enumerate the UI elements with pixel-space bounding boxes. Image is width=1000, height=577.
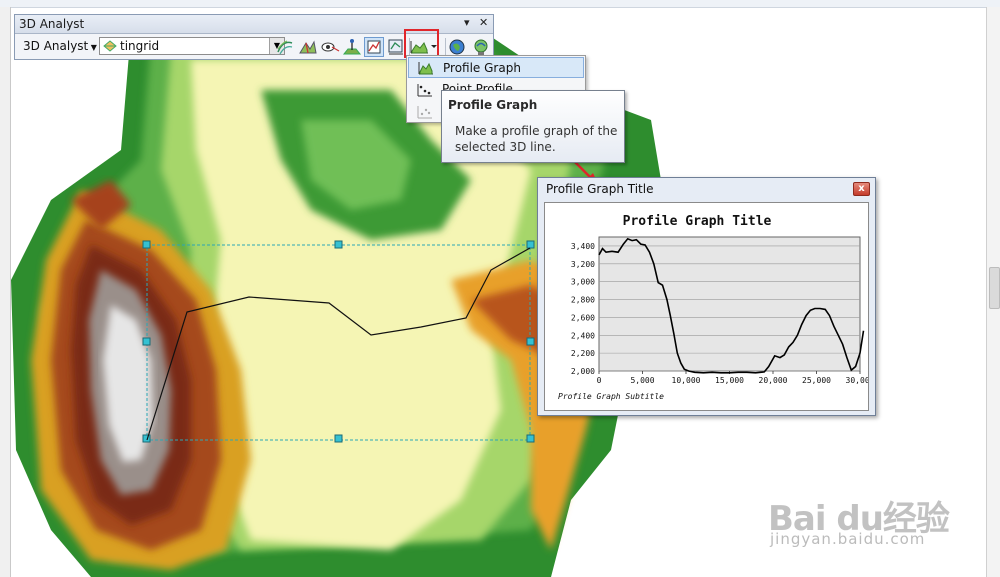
tooltip-title: Profile Graph: [448, 98, 538, 112]
3d-analyst-menu[interactable]: 3D Analyst ▼: [23, 39, 97, 53]
left-panel-edge: [0, 7, 11, 577]
interpolate-point-icon: [342, 39, 362, 55]
close-icon[interactable]: x: [853, 182, 870, 196]
y-tick-label: 2,800: [571, 296, 595, 305]
chevron-down-icon: ▼: [88, 43, 97, 52]
globe-icon: [449, 39, 465, 55]
arcscene-icon: [474, 39, 488, 55]
x-tick-label: 0: [597, 376, 602, 385]
profile-graph-icon: [418, 62, 433, 75]
contour-button[interactable]: [275, 37, 295, 57]
graph-window-title: Profile Graph Title: [546, 182, 654, 196]
steepest-path-icon: [299, 40, 317, 54]
x-tick-label: 25,000: [802, 376, 831, 385]
line-of-sight-icon: [321, 42, 340, 52]
plot-area: [598, 236, 861, 372]
y-axis: 2,000 2,200 2,400 2,600 2,800 3,000 3,200 3,400: [571, 242, 595, 376]
menu-item-label: Profile Graph: [443, 61, 521, 75]
chart-title: Profile Graph Title: [623, 214, 772, 229]
scatter-plot-icon: [417, 106, 432, 119]
y-tick-label: 3,000: [571, 278, 595, 287]
x-tick-label: 15,000: [715, 376, 744, 385]
interpolate-line-button[interactable]: [364, 37, 384, 57]
app-top-strip: [0, 0, 1000, 8]
toolbar-separator: [445, 38, 446, 56]
y-tick-label: 2,400: [571, 331, 595, 340]
globe-button[interactable]: [447, 37, 467, 57]
graph-window-client: Profile Graph Title 2,000 2,200 2,400 2,600…: [544, 202, 869, 411]
menu-item-profile-graph[interactable]: Profile Graph: [408, 57, 584, 78]
arcscene-button[interactable]: [471, 37, 491, 57]
steepest-path-button[interactable]: [298, 37, 318, 57]
scrollbar-thumb[interactable]: [989, 267, 1000, 309]
interpolate-line-icon: [367, 40, 381, 54]
point-profile-icon: [417, 84, 432, 97]
y-tick-label: 3,200: [571, 260, 595, 269]
chart-subtitle: Profile Graph Subtitle: [558, 392, 664, 401]
x-tick-label: 5,000: [630, 376, 654, 385]
x-tick-label: 10,000: [672, 376, 701, 385]
interpolate-point-button[interactable]: [342, 37, 362, 57]
layer-select-value: tingrid: [120, 39, 160, 53]
toolbar-options-icon[interactable]: ▾: [464, 16, 470, 29]
3d-analyst-menu-label: 3D Analyst: [23, 39, 89, 53]
map-scrollbar[interactable]: [986, 7, 1000, 577]
toolbar-close-icon[interactable]: ✕: [479, 16, 488, 29]
x-tick-label: 30,000: [846, 376, 868, 385]
contour-icon: [277, 40, 293, 55]
interpolate-polygon-button[interactable]: [386, 37, 406, 57]
profile-graph-highlight: [404, 29, 439, 58]
tin-layer-icon: [103, 40, 117, 52]
layer-select[interactable]: tingrid ▼: [99, 37, 285, 55]
watermark-url: jingyan.baidu.com: [770, 530, 926, 548]
interpolate-polygon-icon: [388, 39, 403, 55]
y-tick-label: 3,400: [571, 242, 595, 251]
profile-graph-window: Profile Graph Title x Profile Graph Titl…: [537, 177, 876, 416]
profile-chart[interactable]: Profile Graph Title 2,000 2,200 2,400 2,600…: [545, 203, 868, 410]
x-tick-label: 20,000: [759, 376, 788, 385]
line-of-sight-button[interactable]: [320, 37, 340, 57]
y-tick-label: 2,600: [571, 313, 595, 322]
toolbar-title: 3D Analyst: [19, 17, 85, 31]
tooltip-description: Make a profile graph of the selected 3D …: [455, 124, 618, 154]
profile-graph-tooltip: Profile Graph Make a profile graph of th…: [441, 90, 625, 163]
y-tick-label: 2,200: [571, 349, 595, 358]
y-tick-label: 2,000: [571, 367, 595, 376]
